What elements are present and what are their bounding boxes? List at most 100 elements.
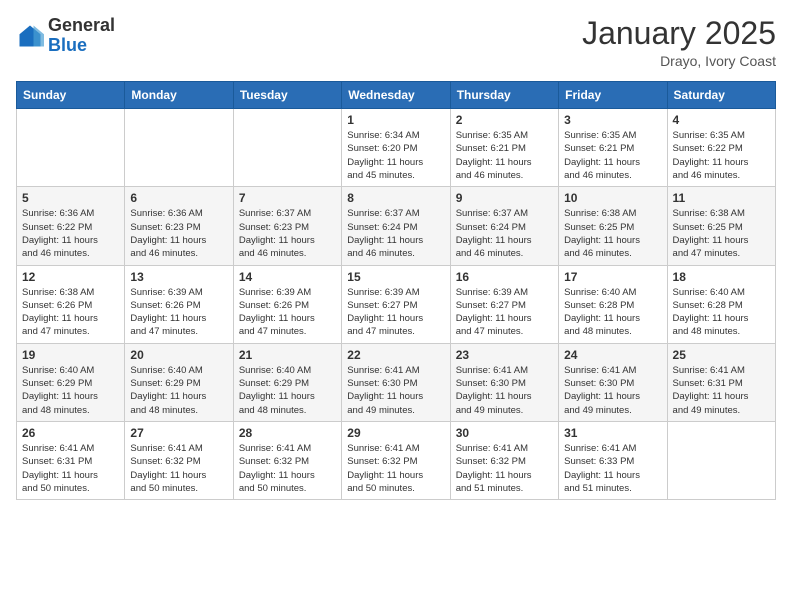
- day-number: 26: [22, 426, 119, 440]
- day-info: Sunrise: 6:39 AM Sunset: 6:26 PM Dayligh…: [130, 286, 227, 339]
- day-number: 8: [347, 191, 444, 205]
- day-number: 18: [673, 270, 770, 284]
- calendar-week-row: 26 Sunrise: 6:41 AM Sunset: 6:31 PM Dayli…: [17, 421, 776, 499]
- logo-icon: [16, 22, 44, 50]
- calendar-cell: 18 Sunrise: 6:40 AM Sunset: 6:28 PM Dayli…: [667, 265, 775, 343]
- calendar-week-row: 5Sunrise: 6:36 AM Sunset: 6:22 PM Daylig…: [17, 187, 776, 265]
- month-title: January 2025: [582, 16, 776, 51]
- calendar-cell: 24Sunrise: 6:41 AM Sunset: 6:30 PM Dayli…: [559, 343, 667, 421]
- calendar-cell: 27 Sunrise: 6:41 AM Sunset: 6:32 PM Dayli…: [125, 421, 233, 499]
- logo: General Blue: [16, 16, 115, 56]
- day-info: Sunrise: 6:41 AM Sunset: 6:30 PM Dayligh…: [456, 364, 553, 417]
- day-info: Sunrise: 6:39 AM Sunset: 6:27 PM Dayligh…: [347, 286, 444, 339]
- calendar-cell: 5Sunrise: 6:36 AM Sunset: 6:22 PM Daylig…: [17, 187, 125, 265]
- calendar-cell: 4 Sunrise: 6:35 AM Sunset: 6:22 PM Daylig…: [667, 109, 775, 187]
- day-number: 6: [130, 191, 227, 205]
- calendar-cell: 14Sunrise: 6:39 AM Sunset: 6:26 PM Dayli…: [233, 265, 341, 343]
- day-info: Sunrise: 6:37 AM Sunset: 6:24 PM Dayligh…: [347, 207, 444, 260]
- calendar-cell: 17 Sunrise: 6:40 AM Sunset: 6:28 PM Dayli…: [559, 265, 667, 343]
- calendar-cell: 1Sunrise: 6:34 AM Sunset: 6:20 PM Daylig…: [342, 109, 450, 187]
- day-info: Sunrise: 6:39 AM Sunset: 6:26 PM Dayligh…: [239, 286, 336, 339]
- calendar-cell: 22Sunrise: 6:41 AM Sunset: 6:30 PM Dayli…: [342, 343, 450, 421]
- calendar-week-row: 1Sunrise: 6:34 AM Sunset: 6:20 PM Daylig…: [17, 109, 776, 187]
- day-info: Sunrise: 6:35 AM Sunset: 6:21 PM Dayligh…: [456, 129, 553, 182]
- calendar-cell: 7Sunrise: 6:37 AM Sunset: 6:23 PM Daylig…: [233, 187, 341, 265]
- calendar-cell: 6 Sunrise: 6:36 AM Sunset: 6:23 PM Daylig…: [125, 187, 233, 265]
- day-header-thursday: Thursday: [450, 82, 558, 109]
- calendar-cell: 20 Sunrise: 6:40 AM Sunset: 6:29 PM Dayli…: [125, 343, 233, 421]
- day-number: 20: [130, 348, 227, 362]
- day-number: 23: [456, 348, 553, 362]
- logo-text: General Blue: [48, 16, 115, 56]
- calendar-cell: 10Sunrise: 6:38 AM Sunset: 6:25 PM Dayli…: [559, 187, 667, 265]
- calendar-cell: 2Sunrise: 6:35 AM Sunset: 6:21 PM Daylig…: [450, 109, 558, 187]
- day-header-wednesday: Wednesday: [342, 82, 450, 109]
- calendar-cell: 29 Sunrise: 6:41 AM Sunset: 6:32 PM Dayli…: [342, 421, 450, 499]
- page-header: General Blue January 2025 Drayo, Ivory C…: [16, 16, 776, 69]
- day-info: Sunrise: 6:38 AM Sunset: 6:25 PM Dayligh…: [673, 207, 770, 260]
- day-info: Sunrise: 6:35 AM Sunset: 6:22 PM Dayligh…: [673, 129, 770, 182]
- calendar-cell: 12Sunrise: 6:38 AM Sunset: 6:26 PM Dayli…: [17, 265, 125, 343]
- location-title: Drayo, Ivory Coast: [582, 53, 776, 69]
- calendar-cell: 30 Sunrise: 6:41 AM Sunset: 6:32 PM Dayli…: [450, 421, 558, 499]
- day-header-friday: Friday: [559, 82, 667, 109]
- day-number: 22: [347, 348, 444, 362]
- day-info: Sunrise: 6:40 AM Sunset: 6:29 PM Dayligh…: [22, 364, 119, 417]
- day-info: Sunrise: 6:41 AM Sunset: 6:30 PM Dayligh…: [564, 364, 661, 417]
- calendar-cell: 9 Sunrise: 6:37 AM Sunset: 6:24 PM Daylig…: [450, 187, 558, 265]
- day-info: Sunrise: 6:40 AM Sunset: 6:29 PM Dayligh…: [130, 364, 227, 417]
- calendar-cell: 15 Sunrise: 6:39 AM Sunset: 6:27 PM Dayli…: [342, 265, 450, 343]
- day-number: 12: [22, 270, 119, 284]
- day-header-saturday: Saturday: [667, 82, 775, 109]
- day-number: 27: [130, 426, 227, 440]
- day-info: Sunrise: 6:40 AM Sunset: 6:28 PM Dayligh…: [564, 286, 661, 339]
- calendar-table: SundayMondayTuesdayWednesdayThursdayFrid…: [16, 81, 776, 500]
- day-number: 21: [239, 348, 336, 362]
- calendar-cell: [233, 109, 341, 187]
- day-number: 11: [673, 191, 770, 205]
- day-info: Sunrise: 6:37 AM Sunset: 6:24 PM Dayligh…: [456, 207, 553, 260]
- day-number: 7: [239, 191, 336, 205]
- day-number: 15: [347, 270, 444, 284]
- day-info: Sunrise: 6:41 AM Sunset: 6:31 PM Dayligh…: [22, 442, 119, 495]
- day-number: 25: [673, 348, 770, 362]
- day-number: 19: [22, 348, 119, 362]
- calendar-cell: 28 Sunrise: 6:41 AM Sunset: 6:32 PM Dayli…: [233, 421, 341, 499]
- day-number: 3: [564, 113, 661, 127]
- day-info: Sunrise: 6:41 AM Sunset: 6:32 PM Dayligh…: [130, 442, 227, 495]
- calendar-cell: 3Sunrise: 6:35 AM Sunset: 6:21 PM Daylig…: [559, 109, 667, 187]
- day-info: Sunrise: 6:40 AM Sunset: 6:29 PM Dayligh…: [239, 364, 336, 417]
- title-block: January 2025 Drayo, Ivory Coast: [582, 16, 776, 69]
- calendar-cell: 31Sunrise: 6:41 AM Sunset: 6:33 PM Dayli…: [559, 421, 667, 499]
- day-number: 31: [564, 426, 661, 440]
- calendar-header-row: SundayMondayTuesdayWednesdayThursdayFrid…: [17, 82, 776, 109]
- calendar-cell: 23 Sunrise: 6:41 AM Sunset: 6:30 PM Dayli…: [450, 343, 558, 421]
- day-info: Sunrise: 6:41 AM Sunset: 6:31 PM Dayligh…: [673, 364, 770, 417]
- day-info: Sunrise: 6:41 AM Sunset: 6:32 PM Dayligh…: [239, 442, 336, 495]
- calendar-cell: 26 Sunrise: 6:41 AM Sunset: 6:31 PM Dayli…: [17, 421, 125, 499]
- day-header-sunday: Sunday: [17, 82, 125, 109]
- day-number: 17: [564, 270, 661, 284]
- day-number: 4: [673, 113, 770, 127]
- day-number: 28: [239, 426, 336, 440]
- calendar-cell: 16Sunrise: 6:39 AM Sunset: 6:27 PM Dayli…: [450, 265, 558, 343]
- day-info: Sunrise: 6:36 AM Sunset: 6:22 PM Dayligh…: [22, 207, 119, 260]
- day-number: 30: [456, 426, 553, 440]
- calendar-week-row: 19 Sunrise: 6:40 AM Sunset: 6:29 PM Dayli…: [17, 343, 776, 421]
- calendar-week-row: 12Sunrise: 6:38 AM Sunset: 6:26 PM Dayli…: [17, 265, 776, 343]
- calendar-cell: [125, 109, 233, 187]
- day-info: Sunrise: 6:41 AM Sunset: 6:32 PM Dayligh…: [347, 442, 444, 495]
- calendar-cell: 11 Sunrise: 6:38 AM Sunset: 6:25 PM Dayli…: [667, 187, 775, 265]
- day-header-tuesday: Tuesday: [233, 82, 341, 109]
- calendar-cell: 21 Sunrise: 6:40 AM Sunset: 6:29 PM Dayli…: [233, 343, 341, 421]
- day-number: 9: [456, 191, 553, 205]
- day-info: Sunrise: 6:40 AM Sunset: 6:28 PM Dayligh…: [673, 286, 770, 339]
- day-info: Sunrise: 6:36 AM Sunset: 6:23 PM Dayligh…: [130, 207, 227, 260]
- calendar-cell: 19 Sunrise: 6:40 AM Sunset: 6:29 PM Dayli…: [17, 343, 125, 421]
- calendar-cell: [17, 109, 125, 187]
- day-info: Sunrise: 6:34 AM Sunset: 6:20 PM Dayligh…: [347, 129, 444, 182]
- day-number: 10: [564, 191, 661, 205]
- day-number: 29: [347, 426, 444, 440]
- day-info: Sunrise: 6:41 AM Sunset: 6:32 PM Dayligh…: [456, 442, 553, 495]
- calendar-cell: 25 Sunrise: 6:41 AM Sunset: 6:31 PM Dayli…: [667, 343, 775, 421]
